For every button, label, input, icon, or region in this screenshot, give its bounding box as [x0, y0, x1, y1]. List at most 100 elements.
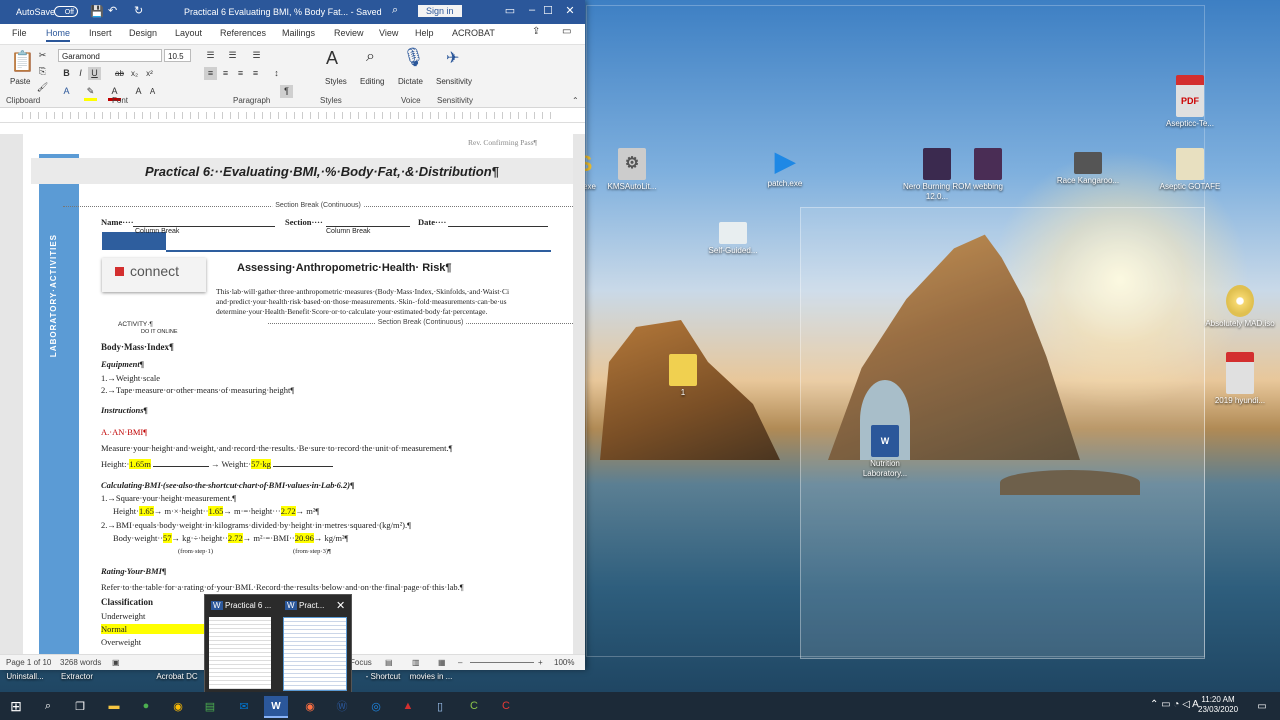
bmi-value[interactable]: 20.96: [294, 533, 314, 543]
align-center-icon[interactable]: ≡: [219, 67, 232, 80]
microphone-icon[interactable]: 🎙: [402, 47, 425, 68]
format-painter-icon[interactable]: 🖌: [36, 81, 49, 94]
outlook-icon[interactable]: ✉: [232, 696, 256, 716]
tab-references[interactable]: References: [220, 28, 266, 38]
height-value-1[interactable]: 1.65: [138, 506, 154, 516]
tab-review[interactable]: Review: [334, 28, 364, 38]
browser-icon[interactable]: ◉: [298, 696, 322, 716]
tab-mailings[interactable]: Mailings: [282, 28, 315, 38]
word-taskbar-icon[interactable]: W: [264, 696, 288, 718]
desktop-icon-2019-hyundi[interactable]: 2019 hyundi...: [1205, 352, 1275, 406]
desktop-icon-movies[interactable]: movies in ...: [396, 672, 466, 682]
date-line[interactable]: [448, 226, 548, 227]
autosave-toggle[interactable]: Off: [54, 6, 78, 17]
tab-home[interactable]: Home: [46, 28, 71, 42]
text-effects-icon[interactable]: A: [60, 85, 73, 98]
tab-view[interactable]: View: [379, 28, 398, 38]
zoom-level[interactable]: 100%: [554, 658, 574, 667]
height-squared-value[interactable]: 2.72: [280, 506, 296, 516]
styles-icon[interactable]: A: [326, 48, 338, 69]
height-squared-value-2[interactable]: 2.72: [227, 533, 243, 543]
pilcrow-icon[interactable]: ¶: [280, 85, 293, 98]
font-name-box[interactable]: Garamond: [58, 49, 162, 62]
ribbon-display-icon[interactable]: ▭: [500, 4, 520, 17]
clipboard-icon[interactable]: 📋: [10, 49, 35, 74]
zoom-out-icon[interactable]: –: [458, 658, 462, 667]
word-taskbar-icon-2[interactable]: Ⓦ: [330, 696, 354, 716]
tab-help[interactable]: Help: [415, 28, 434, 38]
zoom-slider[interactable]: [470, 662, 534, 663]
read-mode-icon[interactable]: ▤: [385, 658, 393, 667]
desktop-icon-nutrition-lab[interactable]: W Nutrition Laboratory...: [850, 425, 920, 479]
camtasia-icon[interactable]: C: [462, 696, 486, 716]
notepad-icon[interactable]: ▯: [428, 696, 452, 716]
height-value-2[interactable]: 1.65: [208, 506, 224, 516]
close-button[interactable]: ✕: [560, 4, 580, 17]
section-line[interactable]: [326, 226, 410, 227]
numbering-icon[interactable]: ☰: [226, 49, 239, 62]
camtasia-rec-icon[interactable]: C: [494, 696, 518, 716]
app-icon-green[interactable]: ●: [134, 696, 158, 716]
focus-button[interactable]: Focus: [350, 658, 372, 667]
maximize-button[interactable]: ☐: [538, 4, 558, 17]
tab-layout[interactable]: Layout: [175, 28, 202, 38]
share-icon[interactable]: ⇪: [532, 26, 540, 37]
align-left-icon[interactable]: ≡: [204, 67, 217, 80]
desktop-icon-self-guided[interactable]: Self-Guided...: [698, 222, 768, 256]
line-spacing-icon[interactable]: ↕: [270, 67, 283, 80]
undo-icon[interactable]: ↶: [108, 4, 117, 17]
acrobat-icon[interactable]: ▲: [396, 696, 420, 716]
task-view-icon[interactable]: ❐: [68, 696, 92, 716]
subscript-icon[interactable]: x₂: [128, 67, 141, 80]
desktop-icon-1[interactable]: 1: [648, 354, 718, 398]
paste-button[interactable]: Paste: [10, 77, 30, 86]
desktop-icon-aseptic-te[interactable]: PDF Asepticc-Te...: [1155, 75, 1225, 129]
comments-icon[interactable]: ▭: [562, 26, 571, 37]
close-thumb-icon[interactable]: ✕: [336, 599, 345, 612]
sign-in-button[interactable]: Sign in: [418, 5, 462, 17]
tab-acrobat[interactable]: ACROBAT: [452, 28, 495, 38]
web-layout-icon[interactable]: ▦: [438, 658, 446, 667]
zoom-in-icon[interactable]: +: [538, 658, 543, 667]
italic-icon[interactable]: I: [74, 67, 87, 80]
copy-icon[interactable]: ⎘: [36, 65, 49, 78]
thumb-title-2[interactable]: Pract...: [299, 601, 324, 610]
ruler[interactable]: [0, 108, 585, 123]
dictate-button[interactable]: Dictate: [398, 77, 423, 86]
sensitivity-icon[interactable]: ✈: [446, 48, 459, 68]
desktop-icon-acrobat[interactable]: Acrobat DC: [142, 672, 212, 682]
underline-icon[interactable]: U: [88, 67, 101, 80]
sensitivity-button[interactable]: Sensitivity: [436, 77, 472, 86]
editing-button[interactable]: Editing: [360, 77, 384, 86]
page-count[interactable]: Page 1 of 10: [6, 658, 51, 667]
app-icon-sheet[interactable]: ▤: [198, 696, 222, 716]
strikethrough-icon[interactable]: ab: [113, 67, 126, 80]
file-explorer-icon[interactable]: ▬: [102, 696, 126, 716]
desktop-icon-aseptic-gotafe[interactable]: Aseptic GOTAFE: [1155, 148, 1225, 192]
bullets-icon[interactable]: ☰: [204, 49, 217, 62]
superscript-icon[interactable]: x²: [143, 67, 156, 80]
collapse-ribbon-icon[interactable]: ⌃: [572, 96, 579, 105]
desktop-icon-webbing[interactable]: webbing: [953, 148, 1023, 192]
thumbnail-1[interactable]: [209, 617, 271, 689]
justify-icon[interactable]: ≡: [249, 67, 262, 80]
word-count[interactable]: 3268 words: [60, 658, 101, 667]
proofing-icon[interactable]: ▣: [112, 658, 120, 667]
app-icon-blue[interactable]: ◎: [364, 696, 388, 716]
desktop-icon-extractor[interactable]: Extractor: [42, 672, 112, 682]
redo-icon[interactable]: ↻: [134, 4, 143, 17]
align-right-icon[interactable]: ≡: [234, 67, 247, 80]
tray-icons[interactable]: ⌃ ▭ ◔ ◁ A: [1150, 700, 1199, 710]
chrome-icon[interactable]: ◉: [166, 696, 190, 716]
thumb-title-1[interactable]: Practical 6 ...: [225, 601, 271, 610]
thumbnail-2[interactable]: [283, 617, 347, 691]
search-icon[interactable]: ⌕: [392, 4, 398, 17]
document-page[interactable]: LABORATORY·ACTIVITIES Rev. Confirming Pa…: [23, 134, 573, 654]
desktop-icon-race-kangaroo[interactable]: Race Kangaroo...: [1053, 152, 1123, 186]
weight-value[interactable]: 57·kg: [251, 459, 271, 469]
desktop-icon-patch[interactable]: ▶ patch.exe: [750, 145, 820, 189]
clock[interactable]: 11:20 AM 23/03/2020: [1198, 695, 1238, 715]
find-icon[interactable]: ⌕: [366, 48, 375, 66]
grow-font-icon[interactable]: A: [132, 85, 145, 98]
tab-design[interactable]: Design: [129, 28, 157, 38]
